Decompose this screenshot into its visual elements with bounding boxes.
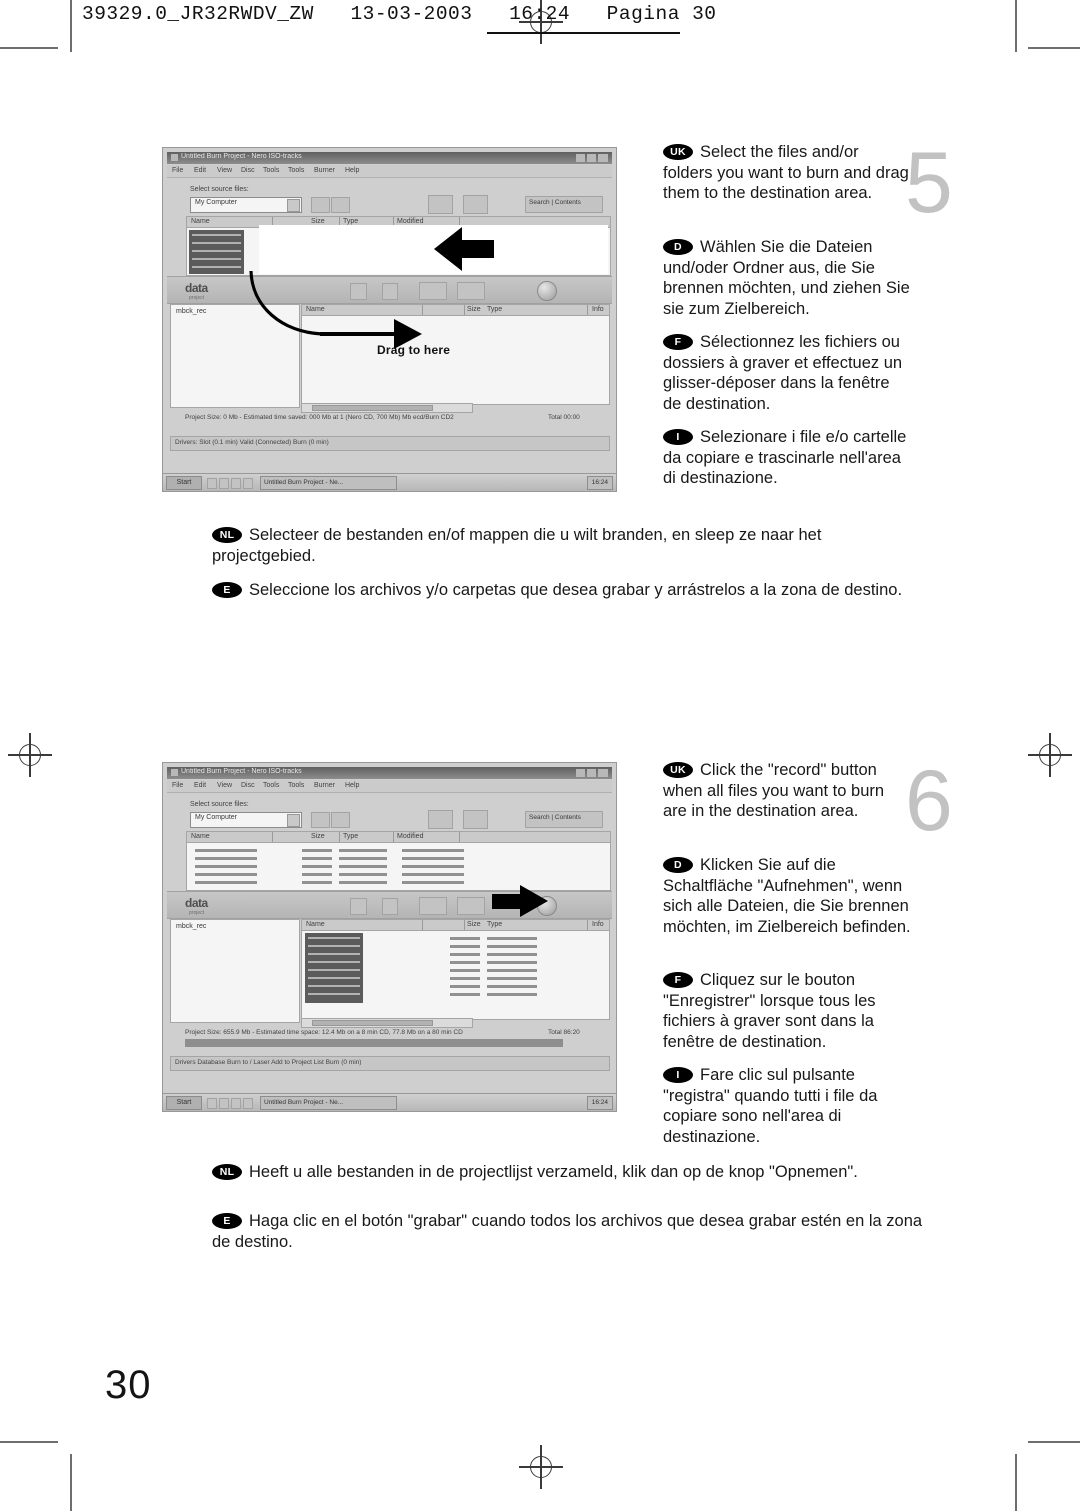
step-5-paragraph-uk: UK Select the files and/or folders you wa… xyxy=(663,142,911,204)
screenshot-step-6: Untitled Burn Project - Nero ISO-tracks … xyxy=(162,762,617,1112)
drag-to-here-label: Drag to here xyxy=(377,343,451,357)
annotation-overlay-step-6 xyxy=(492,885,548,917)
language-flag-uk: UK xyxy=(663,762,693,778)
step-6-paragraph-nl-text: Heeft u alle bestanden in de projectlijs… xyxy=(249,1163,858,1181)
language-flag-f: F xyxy=(663,334,693,350)
registration-mark-bottom-center xyxy=(519,1445,563,1489)
crop-mark-top-right-horizontal xyxy=(1028,47,1080,49)
language-flag-e: E xyxy=(212,582,242,598)
step-6-paragraph-f-text: Cliquez sur le bouton "Enregistrer" lors… xyxy=(663,971,876,1051)
step-5-paragraph-e: E Seleccione los archivos y/o carpetas qu… xyxy=(212,580,924,601)
crop-mark-top-left-vertical xyxy=(70,0,72,52)
crop-mark-bottom-right-horizontal xyxy=(1028,1441,1080,1443)
print-slug-line: 39329.0_JR32RWDV_ZW 13-03-2003 16:24 Pag… xyxy=(82,3,717,25)
screenshot-step-5: Untitled Burn Project - Nero ISO-tracks … xyxy=(162,147,617,492)
print-slug-underline xyxy=(487,32,680,34)
step-5-paragraph-d-text: Wählen Sie die Dateien und/oder Ordner a… xyxy=(663,238,910,318)
step-6-paragraph-i: I Fare clic sul pulsante "registra" quand… xyxy=(663,1065,911,1147)
language-flag-nl: NL xyxy=(212,1164,242,1180)
step-6-paragraph-e: E Haga clic en el botón "grabar" cuando t… xyxy=(212,1211,924,1252)
page-number: 30 xyxy=(105,1363,152,1407)
language-flag-uk: UK xyxy=(663,144,693,160)
language-flag-f: F xyxy=(663,972,693,988)
step-5-paragraph-nl: NL Selecteer de bestanden en/of mappen di… xyxy=(212,525,924,566)
step-6-paragraph-d: D Klicken Sie auf die Schaltfläche "Aufne… xyxy=(663,855,911,937)
step-5-paragraph-d: D Wählen Sie die Dateien und/oder Ordner … xyxy=(663,237,911,319)
step-5-paragraph-i-text: Selezionare i file e/o cartelle da copia… xyxy=(663,428,907,488)
registration-vertical-line xyxy=(1049,733,1051,777)
crop-mark-top-left-horizontal xyxy=(0,47,58,49)
step-6-paragraph-e-text: Haga clic en el botón "grabar" cuando to… xyxy=(212,1212,923,1251)
step-5-paragraph-nl-text: Selecteer de bestanden en/of mappen die … xyxy=(212,526,822,565)
language-flag-i: I xyxy=(663,429,693,445)
crop-mark-bottom-left-vertical xyxy=(70,1454,72,1511)
step-5-paragraph-f-text: Sélectionnez les fichiers ou dossiers à … xyxy=(663,333,903,413)
arrow-right-icon xyxy=(492,885,548,917)
step-number-6: 6 xyxy=(905,753,953,849)
step-6-paragraph-d-text: Klicken Sie auf die Schaltfläche "Aufneh… xyxy=(663,856,911,936)
language-flag-i: I xyxy=(663,1067,693,1083)
step-5-paragraph-f: F Sélectionnez les fichiers ou dossiers à… xyxy=(663,332,911,414)
language-flag-e: E xyxy=(212,1213,242,1229)
step-6-paragraph-i-text: Fare clic sul pulsante "registra" quando… xyxy=(663,1066,878,1146)
registration-mark-left-middle xyxy=(8,733,52,777)
annotation-overlay-step-5 xyxy=(249,225,608,349)
step-5-paragraph-e-text: Seleccione los archivos y/o carpetas que… xyxy=(249,581,903,599)
language-flag-d: D xyxy=(663,239,693,255)
crop-mark-bottom-right-vertical xyxy=(1015,1454,1017,1511)
crop-mark-top-right-vertical xyxy=(1015,0,1017,52)
step-6-paragraph-uk-text: Click the "record" button when all files… xyxy=(663,761,885,821)
step-number-5: 5 xyxy=(905,135,953,231)
drag-path-curve xyxy=(249,270,323,336)
step-5-paragraph-uk-text: Select the files and/or folders you want… xyxy=(663,143,909,203)
registration-vertical-line xyxy=(29,733,31,777)
registration-vertical-line xyxy=(540,1445,542,1489)
step-5-paragraph-i: I Selezionare i file e/o cartelle da copi… xyxy=(663,427,911,489)
step-6-paragraph-nl: NL Heeft u alle bestanden in de projectli… xyxy=(212,1162,924,1183)
language-flag-nl: NL xyxy=(212,527,242,543)
registration-mark-right-middle xyxy=(1028,733,1072,777)
crop-mark-bottom-left-horizontal xyxy=(0,1441,58,1443)
step-6-paragraph-uk: UK Click the "record" button when all fil… xyxy=(663,760,911,822)
language-flag-d: D xyxy=(663,857,693,873)
step-6-paragraph-f: F Cliquez sur le bouton "Enregistrer" lor… xyxy=(663,970,911,1052)
